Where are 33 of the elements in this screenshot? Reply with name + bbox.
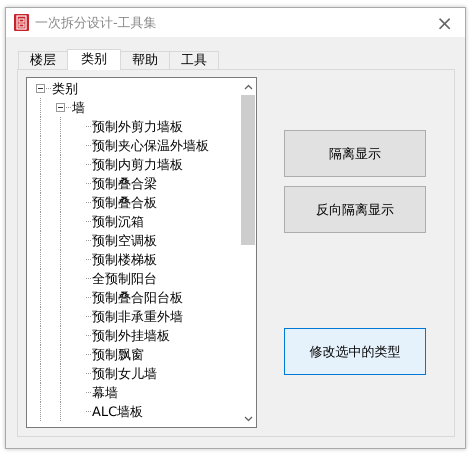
tree-item[interactable]: 预制楼梯板 xyxy=(92,250,157,268)
app-logo-icon xyxy=(14,14,29,31)
tree-item[interactable]: ALC墙板 xyxy=(92,402,144,420)
tree-item[interactable]: 预制飘窗 xyxy=(92,346,144,364)
action-button[interactable]: 反向隔离显示 xyxy=(284,186,426,233)
tab[interactable]: 帮助 xyxy=(120,51,170,69)
tree-item[interactable]: 类别 xyxy=(52,80,78,98)
tab[interactable]: 工具 xyxy=(169,51,219,69)
scroll-thumb[interactable] xyxy=(241,95,255,245)
tree-item[interactable]: 预制非承重外墙 xyxy=(92,308,183,326)
close-button[interactable]: × xyxy=(432,12,457,32)
collapse-icon[interactable] xyxy=(36,84,45,93)
tab[interactable]: 楼层 xyxy=(18,51,68,69)
action-button[interactable]: 修改选中的类型 xyxy=(284,328,426,375)
collapse-icon[interactable] xyxy=(56,103,65,112)
tree-item[interactable]: 预制沉箱 xyxy=(92,212,144,230)
tree-item[interactable]: 幕墙 xyxy=(92,384,118,402)
tree-item[interactable]: 预制空调板 xyxy=(92,232,157,250)
window-title: 一次拆分设计-工具集 xyxy=(35,14,158,32)
tree-item[interactable]: 全预制阳台 xyxy=(92,270,157,288)
tree-item[interactable]: 预制叠合梁 xyxy=(92,174,157,192)
scroll-up-icon[interactable] xyxy=(244,84,252,90)
tree-item[interactable]: 预制内剪力墙板 xyxy=(92,156,183,174)
tab[interactable]: 类别 xyxy=(67,49,121,70)
tree-item[interactable]: 预制夹心保温外墙板 xyxy=(92,136,209,154)
action-button[interactable]: 隔离显示 xyxy=(284,130,426,177)
tree-item[interactable]: 预制叠合阳台板 xyxy=(92,288,183,306)
tree-item[interactable]: 预制外剪力墙板 xyxy=(92,118,183,136)
tree-item[interactable]: 预制女儿墙 xyxy=(92,364,157,382)
tree-item[interactable]: 预制外挂墙板 xyxy=(92,326,170,344)
tree-item[interactable]: 墙 xyxy=(72,98,85,116)
scroll-down-icon[interactable] xyxy=(244,416,252,422)
tree-item[interactable]: 预制叠合板 xyxy=(92,194,157,212)
